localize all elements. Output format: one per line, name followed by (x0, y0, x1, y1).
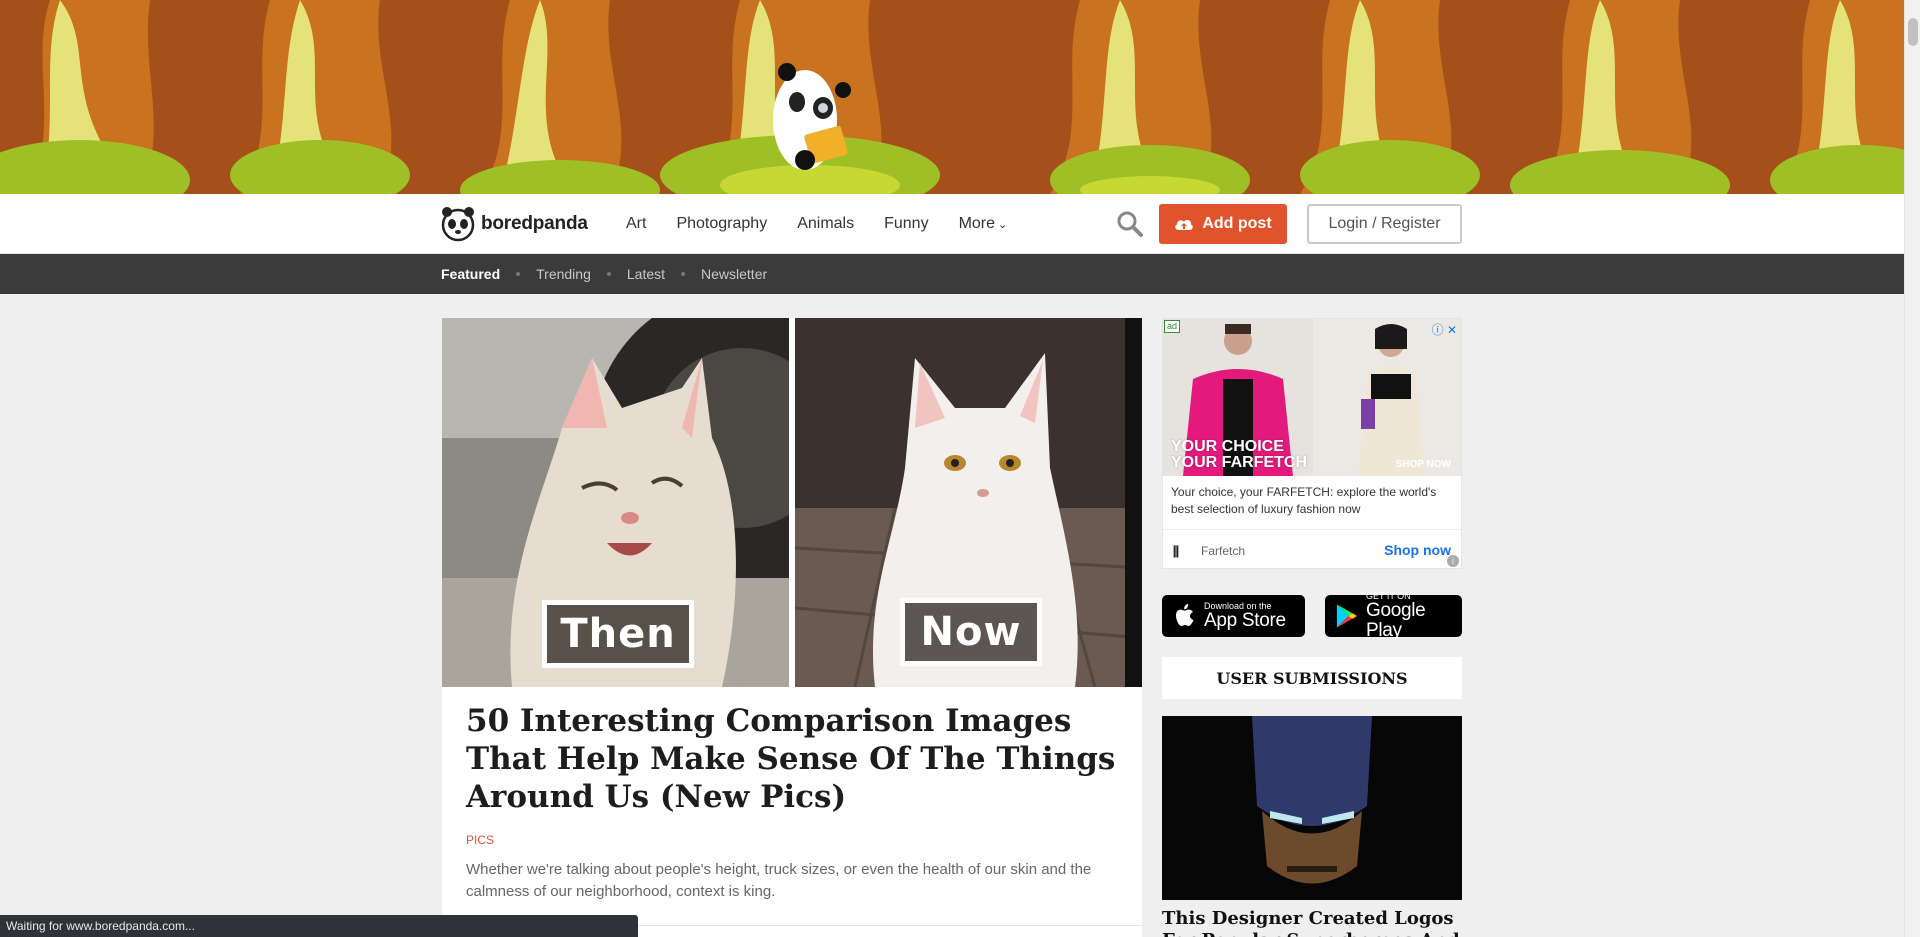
article-category-tag[interactable]: PICS (466, 833, 494, 847)
logo-wordmark: boredpanda (481, 213, 588, 234)
scrollbar[interactable] (1904, 0, 1920, 937)
separator-dot (681, 272, 686, 276)
ad-headline: YOUR CHOICE YOUR FARFETCH (1171, 439, 1307, 471)
article-image[interactable]: Then Now (442, 318, 1142, 687)
search-icon[interactable] (1116, 210, 1144, 238)
info-icon[interactable]: i (1447, 555, 1459, 567)
add-post-button[interactable]: Add post (1159, 204, 1287, 244)
chevron-down-icon: ⌄ (998, 218, 1008, 231)
nav-item-photography[interactable]: Photography (676, 215, 767, 233)
subnav-item-latest[interactable]: Latest (627, 266, 665, 282)
separator-dot (516, 272, 521, 276)
ad-shop-now-button[interactable]: Shop now (1384, 542, 1451, 558)
nav-item-animals[interactable]: Animals (797, 215, 854, 233)
ad-choices-icon[interactable]: ⓘ ✕ (1432, 321, 1457, 338)
sidebar-ad[interactable]: ad ⓘ ✕ YOUR CHOICE YOUR FARFETCH SHOP NO… (1162, 318, 1462, 569)
featured-article-card[interactable]: Then Now 50 Interesting Comparison Image… (442, 318, 1142, 937)
google-play-big-text: Google Play (1365, 600, 1426, 641)
ad-advertiser: Farfetch (1201, 544, 1246, 558)
submission-title[interactable]: This Designer Created Logos For Popular … (1162, 908, 1462, 937)
article-title[interactable]: 50 Interesting Comparison Images That He… (466, 702, 1126, 816)
ad-badge: ad (1164, 320, 1181, 333)
apple-icon (1176, 604, 1194, 626)
login-register-button[interactable]: Login / Register (1307, 204, 1462, 244)
farfetch-logo-icon: ⫼ (1173, 544, 1179, 559)
main-nav: boredpanda Art Photography Animals Funny… (0, 194, 1904, 254)
subnav-item-newsletter[interactable]: Newsletter (701, 266, 767, 282)
nav-item-label: Animals (797, 215, 855, 232)
header-banner (0, 0, 1904, 194)
app-store-button[interactable]: Download on the App Store (1162, 595, 1305, 637)
ad-headline-line-1: YOUR CHOICE (1171, 438, 1284, 455)
browser-status-bar: Waiting for www.boredpanda.com... (0, 915, 638, 937)
google-play-icon (1336, 604, 1358, 628)
site-logo[interactable]: boredpanda (441, 204, 588, 244)
nav-item-funny[interactable]: Funny (884, 215, 928, 233)
google-play-button[interactable]: GET IT ON Google Play (1325, 591, 1462, 641)
add-post-label: Add post (1202, 215, 1272, 232)
user-submissions-heading: USER SUBMISSIONS (1162, 657, 1462, 699)
separator-dot (606, 272, 611, 276)
nav-item-label: More (958, 215, 996, 232)
app-store-big-text: App Store (1204, 610, 1286, 631)
panda-logo-icon (441, 207, 475, 242)
ad-footer: ⫼ Farfetch Shop now i (1163, 529, 1461, 568)
cloud-upload-icon (1175, 219, 1194, 230)
submission-image[interactable] (1162, 716, 1462, 900)
subnav-item-trending[interactable]: Trending (536, 266, 591, 282)
nav-item-label: Funny (884, 215, 929, 232)
nav-menu: Art Photography Animals Funny More ⌄ (626, 194, 1037, 254)
ad-text: Your choice, your FARFETCH: explore the … (1171, 485, 1437, 516)
nav-item-label: Photography (676, 215, 768, 232)
nav-item-art[interactable]: Art (626, 215, 646, 233)
article-description: Whether we're talking about people's hei… (466, 861, 1092, 900)
subnav-item-featured[interactable]: Featured (441, 266, 500, 282)
then-label: Then (542, 600, 694, 668)
now-label: Now (900, 598, 1042, 666)
ad-headline-line-2: YOUR FARFETCH (1171, 454, 1307, 471)
scrollbar-thumb[interactable] (1908, 18, 1918, 46)
nav-item-more[interactable]: More ⌄ (959, 215, 1008, 233)
now-image: Now (795, 318, 1142, 687)
sub-nav: Featured Trending Latest Newsletter (0, 254, 1904, 294)
ad-shop-overlay: SHOP NOW (1395, 459, 1451, 470)
then-image: Then (442, 318, 789, 687)
nav-item-label: Art (626, 215, 647, 232)
login-label: Login / Register (1328, 215, 1441, 232)
